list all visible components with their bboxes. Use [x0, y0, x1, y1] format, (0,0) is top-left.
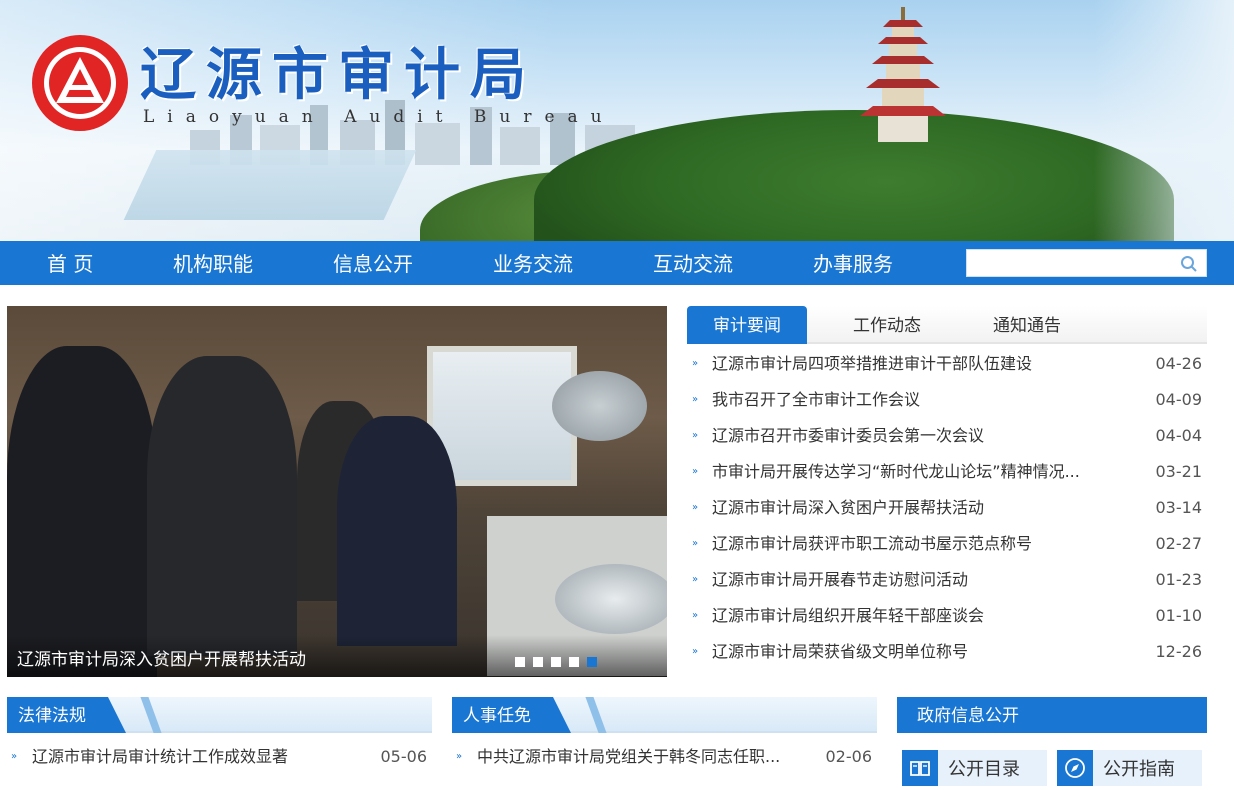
news-item-title[interactable]: 辽源市审计局深入贫困户开展帮扶活动 [712, 490, 984, 526]
nav-organization[interactable]: 机构职能 [173, 241, 253, 285]
news-item-title[interactable]: 辽源市审计局开展春节走访慰问活动 [712, 562, 968, 598]
nav-interaction[interactable]: 互动交流 [653, 241, 733, 285]
bullet-icon: » [692, 466, 699, 477]
slide-dot[interactable] [551, 657, 561, 667]
nav-info-disclosure[interactable]: 信息公开 [333, 241, 413, 285]
main-nav: 首 页 机构职能 信息公开 业务交流 互动交流 办事服务 [0, 241, 1234, 285]
tab-audit-news[interactable]: 审计要闻 [687, 306, 807, 344]
header-fade-right [1094, 0, 1234, 241]
news-item-date: 01-23 [1155, 570, 1203, 589]
public-guide-button[interactable]: 公开指南 [1057, 750, 1202, 786]
header-decoration [585, 697, 607, 733]
search-box [966, 249, 1207, 277]
bureau-logo-icon [32, 35, 128, 131]
nav-home[interactable]: 首 页 [47, 241, 93, 285]
news-item-date: 03-21 [1155, 462, 1203, 481]
public-catalog-button[interactable]: 公开目录 [902, 750, 1047, 786]
list-item-date: 05-06 [380, 747, 428, 766]
news-item-title[interactable]: 辽源市审计局荣获省级文明单位称号 [712, 634, 968, 670]
news-item[interactable]: » 辽源市审计局四项举措推进审计干部队伍建设 04-26 [687, 346, 1207, 382]
news-item-title[interactable]: 我市召开了全市审计工作会议 [712, 382, 920, 418]
pagoda-image [860, 7, 946, 142]
search-icon[interactable] [1180, 255, 1198, 273]
slide-dots [515, 657, 597, 667]
public-catalog-label: 公开目录 [948, 759, 1020, 780]
news-item-title[interactable]: 辽源市审计局获评市职工流动书屋示范点称号 [712, 526, 1032, 562]
slide-dot[interactable] [533, 657, 543, 667]
news-item-title[interactable]: 辽源市召开市委审计委员会第一次会议 [712, 418, 984, 454]
news-item-title[interactable]: 辽源市审计局组织开展年轻干部座谈会 [712, 598, 984, 634]
news-panel: 审计要闻 工作动态 通知通告 » 辽源市审计局四项举措推进审计干部队伍建设 04-2… [687, 306, 1207, 686]
slide-dot-active[interactable] [587, 657, 597, 667]
laws-panel-header: 法律法规 [7, 697, 432, 733]
news-item-date: 01-10 [1155, 606, 1203, 625]
site-header: 辽源市审计局 Liaoyuan Audit Bureau [0, 0, 1234, 241]
news-item[interactable]: » 市审计局开展传达学习“新时代龙山论坛”精神情况... 03-21 [687, 454, 1207, 490]
slide-dot[interactable] [515, 657, 525, 667]
news-item[interactable]: » 辽源市审计局获评市职工流动书屋示范点称号 02-27 [687, 526, 1207, 562]
slide-caption[interactable]: 辽源市审计局深入贫困户开展帮扶活动 [17, 645, 306, 670]
slide-person [337, 416, 457, 646]
personnel-panel: 人事任免 » 中共辽源市审计局党组关于韩冬同志任职... 02-06 [452, 697, 877, 786]
personnel-panel-header: 人事任免 [452, 697, 877, 733]
slide-dot[interactable] [569, 657, 579, 667]
news-item-date: 12-26 [1155, 642, 1203, 661]
personnel-panel-title[interactable]: 人事任免 [452, 697, 571, 733]
slide-person [147, 356, 297, 656]
tab-work-updates[interactable]: 工作动态 [827, 306, 947, 344]
list-item-date: 02-06 [825, 747, 873, 766]
search-input[interactable] [967, 250, 1167, 276]
list-item[interactable]: » 中共辽源市审计局党组关于韩冬同志任职... 02-06 [452, 747, 877, 767]
news-item-date: 04-09 [1155, 390, 1203, 409]
nav-services[interactable]: 办事服务 [813, 241, 893, 285]
list-item-title[interactable]: 中共辽源市审计局党组关于韩冬同志任职... [477, 747, 780, 767]
laws-panel-title[interactable]: 法律法规 [7, 697, 126, 733]
news-tabs: 审计要闻 工作动态 通知通告 [687, 306, 1207, 344]
bullet-icon: » [692, 358, 699, 369]
river [123, 150, 417, 220]
news-item-date: 04-26 [1155, 354, 1203, 373]
book-icon [902, 750, 938, 786]
bullet-icon: » [692, 430, 699, 441]
news-item[interactable]: » 辽源市审计局深入贫困户开展帮扶活动 03-14 [687, 490, 1207, 526]
news-item-title[interactable]: 市审计局开展传达学习“新时代龙山论坛”精神情况... [712, 454, 1080, 490]
bullet-icon: » [692, 610, 699, 621]
header-decoration [140, 697, 162, 733]
slide-plate [552, 371, 647, 441]
public-guide-label: 公开指南 [1103, 759, 1175, 780]
bullet-icon: » [692, 538, 699, 549]
photo-slider[interactable]: 辽源市审计局深入贫困户开展帮扶活动 [7, 306, 667, 677]
list-item[interactable]: » 辽源市审计局审计统计工作成效显著 05-06 [7, 747, 432, 767]
gov-info-title[interactable]: 政府信息公开 [897, 697, 1207, 733]
news-item-date: 02-27 [1155, 534, 1203, 553]
news-item-date: 04-04 [1155, 426, 1203, 445]
laws-panel: 法律法规 » 辽源市审计局审计统计工作成效显著 05-06 [7, 697, 432, 786]
bullet-icon: » [456, 751, 463, 762]
news-item[interactable]: » 辽源市审计局组织开展年轻干部座谈会 01-10 [687, 598, 1207, 634]
bullet-icon: » [11, 751, 18, 762]
bullet-icon: » [692, 646, 699, 657]
news-item-date: 03-14 [1155, 498, 1203, 517]
tab-notices[interactable]: 通知通告 [967, 306, 1087, 344]
news-item-title[interactable]: 辽源市审计局四项举措推进审计干部队伍建设 [712, 346, 1032, 382]
site-title: 辽源市审计局 [140, 43, 536, 108]
bullet-icon: » [692, 574, 699, 585]
compass-icon [1057, 750, 1093, 786]
slide-person [7, 346, 157, 677]
gov-info-panel: 政府信息公开 公开目录 公开指南 [897, 697, 1207, 786]
news-item[interactable]: » 我市召开了全市审计工作会议 04-09 [687, 382, 1207, 418]
slide-pan [555, 564, 667, 634]
news-item[interactable]: » 辽源市审计局开展春节走访慰问活动 01-23 [687, 562, 1207, 598]
site-subtitle: Liaoyuan Audit Bureau [143, 107, 615, 127]
nav-business-exchange[interactable]: 业务交流 [493, 241, 573, 285]
list-item-title[interactable]: 辽源市审计局审计统计工作成效显著 [32, 747, 288, 767]
bullet-icon: » [692, 502, 699, 513]
bullet-icon: » [692, 394, 699, 405]
news-item[interactable]: » 辽源市召开市委审计委员会第一次会议 04-04 [687, 418, 1207, 454]
news-item[interactable]: » 辽源市审计局荣获省级文明单位称号 12-26 [687, 634, 1207, 670]
